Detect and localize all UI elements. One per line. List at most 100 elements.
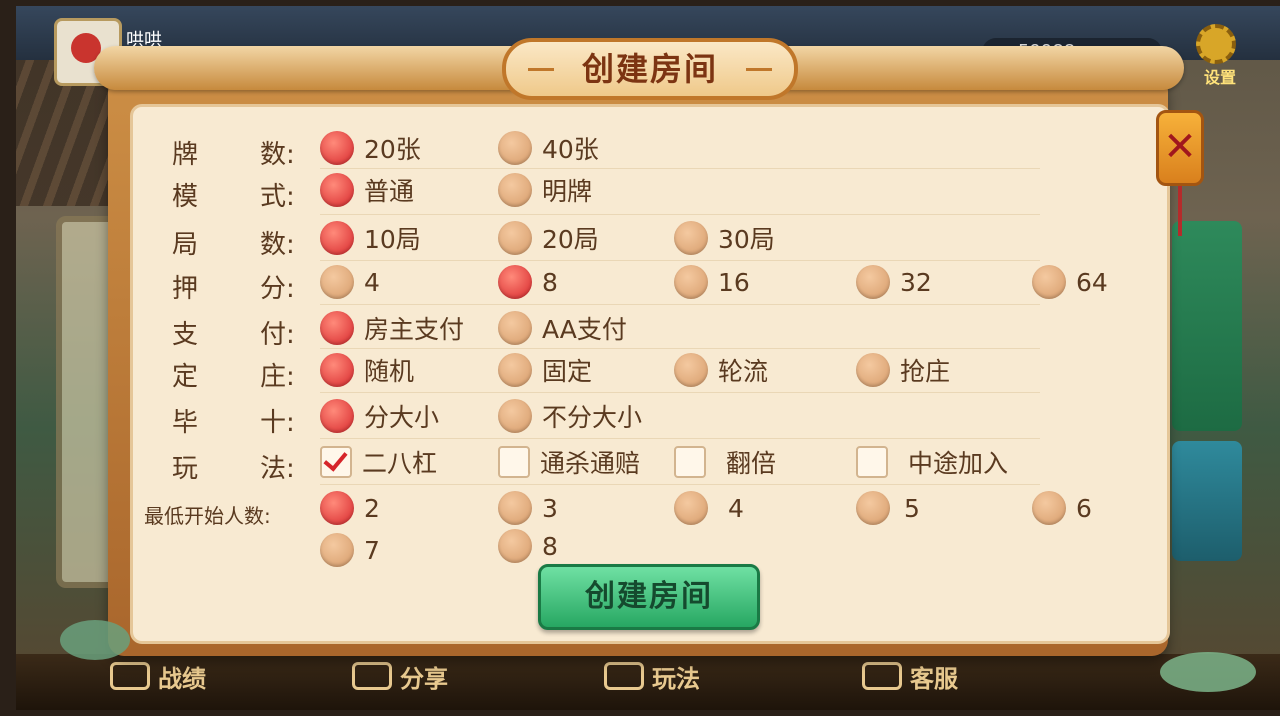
lotus-decoration-right: [1160, 652, 1256, 692]
option-mode-normal[interactable]: 普通: [320, 172, 414, 208]
create-room-button-label: 创建房间: [585, 579, 713, 614]
checkbox: [498, 446, 530, 478]
settings-button[interactable]: 设置: [1190, 18, 1250, 87]
row-mode: 模式: 普通 明牌: [144, 168, 1154, 212]
lobby-right-panel-teal: [1172, 441, 1242, 561]
checkbox: [674, 446, 706, 478]
option-bet-4[interactable]: 4: [320, 264, 380, 300]
row-divider: [320, 484, 1040, 485]
radio: [498, 491, 532, 525]
radio: [498, 173, 532, 207]
nav-support[interactable]: 客服: [862, 658, 958, 694]
radio: [498, 399, 532, 433]
create-room-button[interactable]: 创建房间: [538, 564, 760, 630]
settings-label: 设置: [1204, 68, 1237, 87]
option-banker-random[interactable]: 随机: [320, 352, 414, 388]
option-rounds-30[interactable]: 30局: [674, 220, 775, 256]
radio: [674, 353, 708, 387]
nav-share-label: 分享: [400, 664, 448, 693]
row-divider: [320, 438, 1040, 439]
option-banker-grab[interactable]: 抢庄: [856, 352, 950, 388]
option-cards-40[interactable]: 40张: [498, 130, 599, 166]
lotus-decoration-left: [60, 620, 130, 660]
lantern-tassel: [1178, 186, 1182, 236]
dialog-title-plaque: 创建房间: [502, 38, 798, 100]
option-bet-64[interactable]: 64: [1032, 264, 1108, 300]
radio: [674, 221, 708, 255]
row-divider: [320, 304, 1040, 305]
radio: [1032, 265, 1066, 299]
row-cards: 牌数: 20张 40张: [144, 126, 1154, 170]
option-bet-8[interactable]: 8: [498, 264, 558, 300]
option-rounds-20[interactable]: 20局: [498, 220, 599, 256]
close-button[interactable]: ✕: [1156, 110, 1204, 186]
nav-rules-label: 玩法: [652, 664, 700, 693]
option-players-7[interactable]: 7: [320, 532, 380, 568]
option-bishi-size[interactable]: 分大小: [320, 398, 439, 434]
radio: [856, 265, 890, 299]
radio: [320, 265, 354, 299]
row-bishi: 毕十: 分大小 不分大小: [144, 394, 1154, 438]
option-payment-aa[interactable]: AA支付: [498, 310, 627, 346]
row-min-players: 最低开始人数: 2 3 4 5 6 7 8: [144, 486, 1154, 576]
radio: [674, 265, 708, 299]
radio-selected: [320, 491, 354, 525]
radio-selected: [320, 173, 354, 207]
option-players-2[interactable]: 2: [320, 490, 380, 526]
option-banker-fixed[interactable]: 固定: [498, 352, 592, 388]
option-cards-20[interactable]: 20张: [320, 130, 421, 166]
radio: [856, 353, 890, 387]
gear-icon: [1196, 24, 1236, 64]
radio: [674, 491, 708, 525]
share-icon: [352, 662, 392, 690]
option-bet-32[interactable]: 32: [856, 264, 932, 300]
option-players-3[interactable]: 3: [498, 490, 558, 526]
radio: [320, 533, 354, 567]
radio-selected: [320, 399, 354, 433]
row-banker: 定庄: 随机 固定 轮流 抢庄: [144, 348, 1154, 392]
row-payment: 支付: 房主支付 AA支付: [144, 306, 1154, 350]
radio: [498, 353, 532, 387]
nav-rules[interactable]: 玩法: [604, 658, 700, 694]
option-players-5[interactable]: 5: [856, 490, 920, 526]
rules-icon: [604, 662, 644, 690]
option-bishi-nosize[interactable]: 不分大小: [498, 398, 642, 434]
nav-record[interactable]: 战绩: [110, 658, 206, 694]
option-players-4[interactable]: 4: [674, 490, 744, 526]
nav-support-label: 客服: [910, 664, 958, 693]
checkbox-checked: [320, 446, 352, 478]
option-play-erbagang[interactable]: 二八杠: [320, 444, 437, 480]
radio: [498, 529, 532, 563]
option-bet-16[interactable]: 16: [674, 264, 750, 300]
option-players-6[interactable]: 6: [1032, 490, 1092, 526]
option-play-tongsha[interactable]: 通杀通赔: [498, 444, 640, 480]
radio: [498, 131, 532, 165]
radio-selected: [320, 353, 354, 387]
row-rounds: 局数: 10局 20局 30局: [144, 216, 1154, 260]
option-play-join[interactable]: 中途加入: [856, 444, 1008, 480]
option-banker-rotate[interactable]: 轮流: [674, 352, 768, 388]
row-bet: 押分: 4 8 16 32 64: [144, 260, 1154, 304]
nav-record-label: 战绩: [158, 664, 206, 693]
option-payment-host[interactable]: 房主支付: [320, 310, 464, 346]
radio-selected: [320, 131, 354, 165]
radio: [1032, 491, 1066, 525]
radio-selected: [320, 311, 354, 345]
title-dash-right: [746, 68, 772, 71]
title-dash-left: [528, 68, 554, 71]
support-icon: [862, 662, 902, 690]
radio: [856, 491, 890, 525]
row-divider: [320, 214, 1040, 215]
close-icon: ✕: [1163, 124, 1197, 170]
option-mode-open[interactable]: 明牌: [498, 172, 592, 208]
record-icon: [110, 662, 150, 690]
option-players-8[interactable]: 8: [498, 528, 558, 564]
radio: [498, 221, 532, 255]
nav-share[interactable]: 分享: [352, 658, 448, 694]
row-divider: [320, 392, 1040, 393]
dialog-title: 创建房间: [581, 50, 718, 88]
option-rounds-10[interactable]: 10局: [320, 220, 421, 256]
row-label: 最低开始人数:: [144, 504, 271, 528]
option-play-double[interactable]: 翻倍: [674, 444, 776, 480]
radio-selected: [498, 265, 532, 299]
